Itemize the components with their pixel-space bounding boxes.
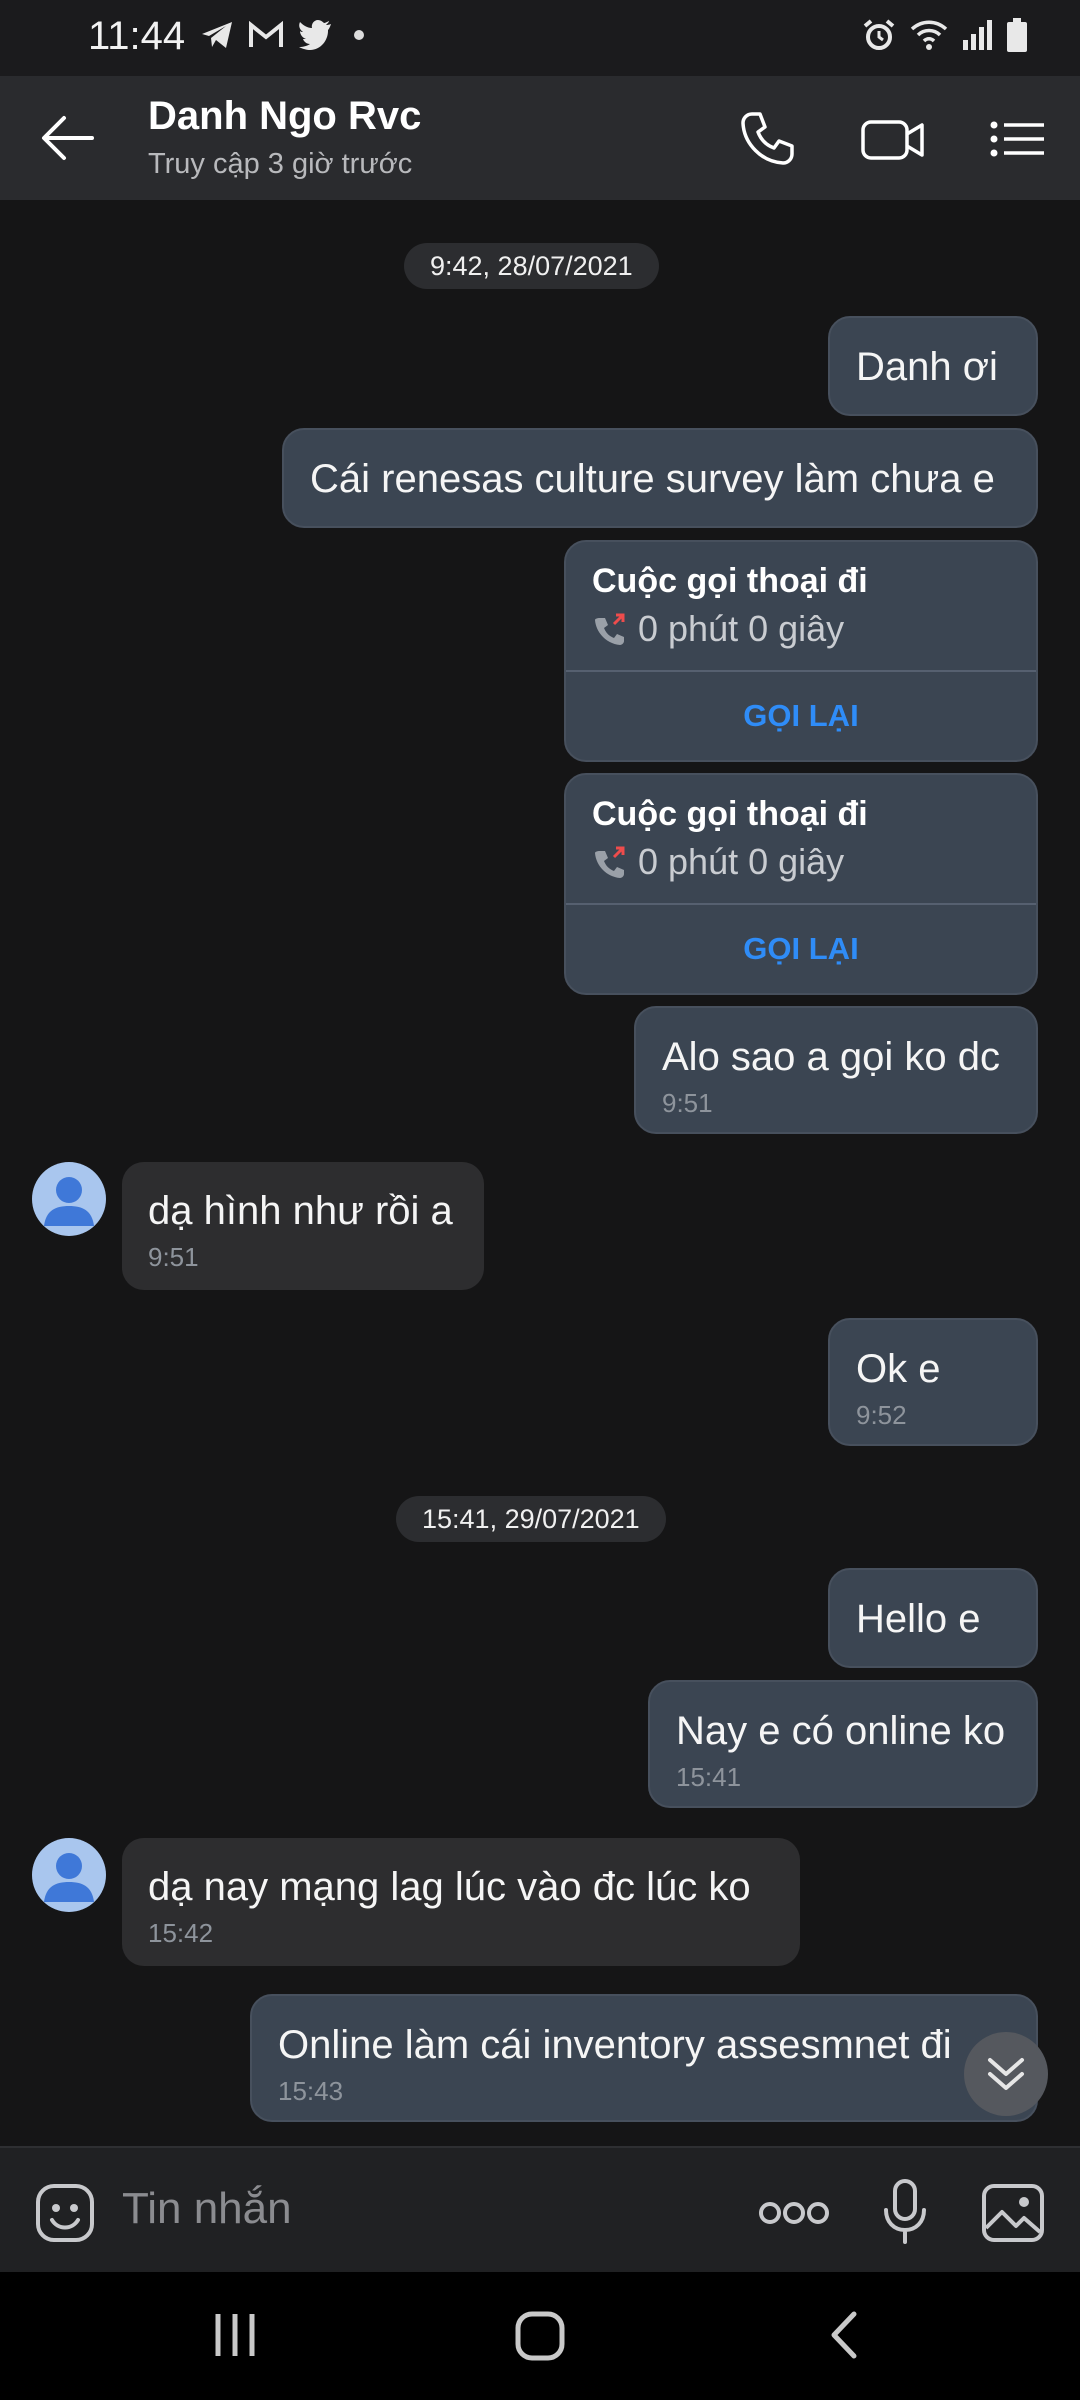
message-time: 9:51 xyxy=(148,1242,199,1272)
contact-name[interactable]: Danh Ngo Rvc xyxy=(148,94,421,139)
call-duration: 0 phút 0 giây xyxy=(638,841,845,882)
message-text: Alo sao a gọi ko dc xyxy=(662,1035,1000,1079)
call-detail: 0 phút 0 giây xyxy=(592,841,844,883)
video-call-icon[interactable] xyxy=(860,110,926,168)
call-duration: 0 phút 0 giây xyxy=(638,608,845,649)
message-time: 9:51 xyxy=(662,1088,713,1118)
message-bubble-outgoing[interactable]: Danh ơi xyxy=(828,316,1038,416)
recent-apps-icon[interactable] xyxy=(212,2310,258,2360)
message-time: 9:52 xyxy=(856,1400,907,1430)
gmail-icon xyxy=(249,21,283,47)
system-navigation-bar xyxy=(0,2272,1080,2400)
wifi-icon xyxy=(910,20,948,50)
message-bubble-outgoing[interactable]: Hello e xyxy=(828,1568,1038,1668)
avatar[interactable] xyxy=(32,1162,106,1236)
gallery-icon[interactable] xyxy=(980,2182,1046,2244)
alarm-icon xyxy=(863,19,895,50)
message-bubble-outgoing[interactable]: Cái renesas culture survey làm chưa e xyxy=(282,428,1038,528)
signal-icon xyxy=(963,20,992,50)
call-log-card[interactable]: Cuộc gọi thoại đi 0 phút 0 giây GỌI LẠI xyxy=(564,773,1038,995)
message-text: dạ hình như rồi a xyxy=(148,1189,453,1233)
more-options-icon[interactable] xyxy=(758,2200,830,2226)
call-log-card[interactable]: Cuộc gọi thoại đi 0 phút 0 giây GỌI LẠI xyxy=(564,540,1038,762)
message-text: Online làm cái inventory assesmnet đi xyxy=(278,2023,952,2067)
notification-icons xyxy=(200,20,364,50)
back-arrow-icon[interactable] xyxy=(40,114,96,162)
message-time: 15:41 xyxy=(676,1762,742,1792)
message-input-bar: Tin nhắn xyxy=(0,2146,1080,2274)
user-avatar-icon xyxy=(44,1853,94,1902)
scroll-to-bottom-button[interactable] xyxy=(964,2032,1048,2116)
contact-status: Truy cập 3 giờ trước xyxy=(148,148,413,180)
status-time: 11:44 xyxy=(88,14,186,58)
battery-icon xyxy=(1007,18,1027,52)
date-separator: 15:41, 29/07/2021 xyxy=(396,1496,666,1542)
message-input[interactable]: Tin nhắn xyxy=(122,2184,292,2234)
message-bubble-outgoing[interactable]: Nay e có online ko 15:41 xyxy=(648,1680,1038,1808)
message-bubble-outgoing[interactable]: Ok e 9:52 xyxy=(828,1318,1038,1446)
outgoing-call-icon xyxy=(595,846,625,878)
call-back-button[interactable]: GỌI LẠI xyxy=(566,903,1036,995)
message-text: Hello e xyxy=(856,1597,981,1641)
menu-list-icon[interactable] xyxy=(990,110,1046,168)
system-icons xyxy=(862,18,1028,52)
microphone-icon[interactable] xyxy=(882,2178,928,2244)
message-text: Nay e có online ko xyxy=(676,1709,1006,1753)
dot-icon xyxy=(354,30,364,40)
double-chevron-down-icon xyxy=(988,2058,1024,2090)
twitter-icon xyxy=(299,20,331,50)
back-nav-icon[interactable] xyxy=(826,2310,860,2360)
message-bubble-outgoing[interactable]: Online làm cái inventory assesmnet đi 15… xyxy=(250,1994,1038,2122)
message-text: Danh ơi xyxy=(856,345,998,389)
telegram-icon xyxy=(202,22,232,48)
user-avatar-icon xyxy=(44,1177,94,1226)
phone-icon[interactable] xyxy=(738,110,796,168)
avatar[interactable] xyxy=(32,1838,106,1912)
message-text: Cái renesas culture survey làm chưa e xyxy=(310,457,995,501)
status-bar: 11:44 xyxy=(0,0,1080,76)
home-icon[interactable] xyxy=(514,2310,566,2362)
message-text: Ok e xyxy=(856,1347,941,1391)
message-time: 15:43 xyxy=(278,2076,344,2106)
call-detail: 0 phút 0 giây xyxy=(592,608,844,650)
date-separator: 9:42, 28/07/2021 xyxy=(404,243,659,289)
message-bubble-incoming[interactable]: dạ hình như rồi a 9:51 xyxy=(122,1162,484,1290)
chat-header: Danh Ngo Rvc Truy cập 3 giờ trước xyxy=(0,76,1080,200)
message-text: dạ nay mạng lag lúc vào đc lúc ko xyxy=(148,1865,751,1909)
outgoing-call-icon xyxy=(595,613,625,645)
message-bubble-incoming[interactable]: dạ nay mạng lag lúc vào đc lúc ko 15:42 xyxy=(122,1838,800,1966)
sticker-icon[interactable] xyxy=(34,2182,96,2244)
call-back-button[interactable]: GỌI LẠI xyxy=(566,670,1036,762)
call-title: Cuộc gọi thoại đi xyxy=(592,795,868,833)
message-bubble-outgoing[interactable]: Alo sao a gọi ko dc 9:51 xyxy=(634,1006,1038,1134)
message-time: 15:42 xyxy=(148,1918,214,1948)
message-list[interactable]: 9:42, 28/07/2021 Danh ơi Cái renesas cul… xyxy=(0,200,1080,2146)
call-title: Cuộc gọi thoại đi xyxy=(592,562,868,600)
